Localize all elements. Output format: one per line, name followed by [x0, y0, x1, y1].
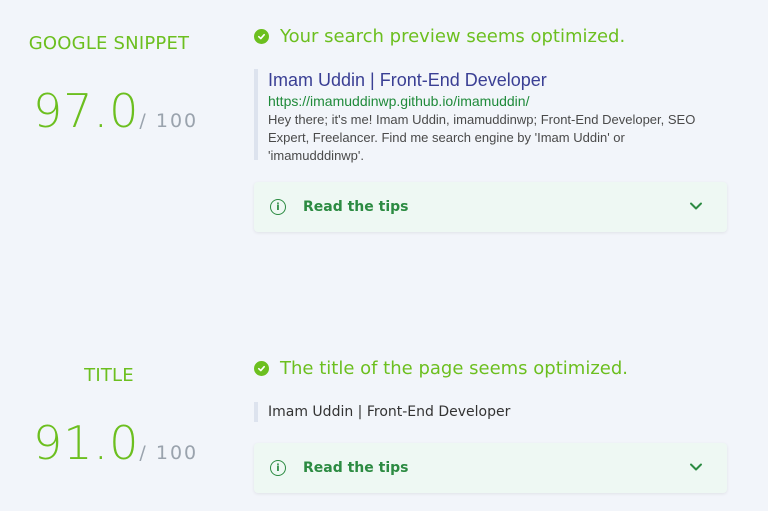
snippet-score-value: 97.0: [33, 84, 140, 138]
title-score-value: 91.0: [33, 416, 140, 470]
title-tips-label: Read the tips: [303, 460, 409, 476]
snippet-score-label-wrap: GOOGLE SNIPPET: [0, 33, 218, 54]
title-score-max: / 100: [139, 442, 199, 464]
chevron-down-icon[interactable]: [689, 199, 703, 213]
snippet-status: Your search preview seems optimized.: [254, 26, 625, 47]
snippet-score: 97.0/ 100: [33, 84, 198, 138]
preview-title[interactable]: Imam Uddin | Front-End Developer: [268, 69, 718, 91]
check-circle-icon: [254, 361, 269, 376]
snippet-score-label: GOOGLE SNIPPET: [28, 33, 190, 54]
preview-url[interactable]: https://imamuddinwp.github.io/imamuddin/: [268, 92, 718, 110]
title-status: The title of the page seems optimized.: [254, 358, 628, 379]
title-score-label-wrap: TITLE: [0, 365, 218, 386]
title-status-text: The title of the page seems optimized.: [280, 358, 628, 379]
preview-description: Hey there; it's me! Imam Uddin, imamuddi…: [268, 112, 696, 163]
info-icon: i: [270, 460, 286, 476]
title-read-tips-toggle[interactable]: i Read the tips: [254, 443, 727, 493]
snippet-tips-label: Read the tips: [303, 199, 409, 215]
snippet-score-max: / 100: [139, 110, 199, 132]
page-title-preview: Imam Uddin | Front-End Developer: [254, 402, 510, 422]
title-score-label: TITLE: [84, 365, 134, 386]
snippet-read-tips-toggle[interactable]: i Read the tips: [254, 182, 727, 232]
title-score: 91.0/ 100: [33, 416, 198, 470]
chevron-down-icon[interactable]: [689, 460, 703, 474]
info-icon: i: [270, 199, 286, 215]
snippet-status-text: Your search preview seems optimized.: [280, 26, 626, 47]
check-circle-icon: [254, 29, 269, 44]
search-preview: Imam Uddin | Front-End Developer https:/…: [254, 69, 718, 163]
